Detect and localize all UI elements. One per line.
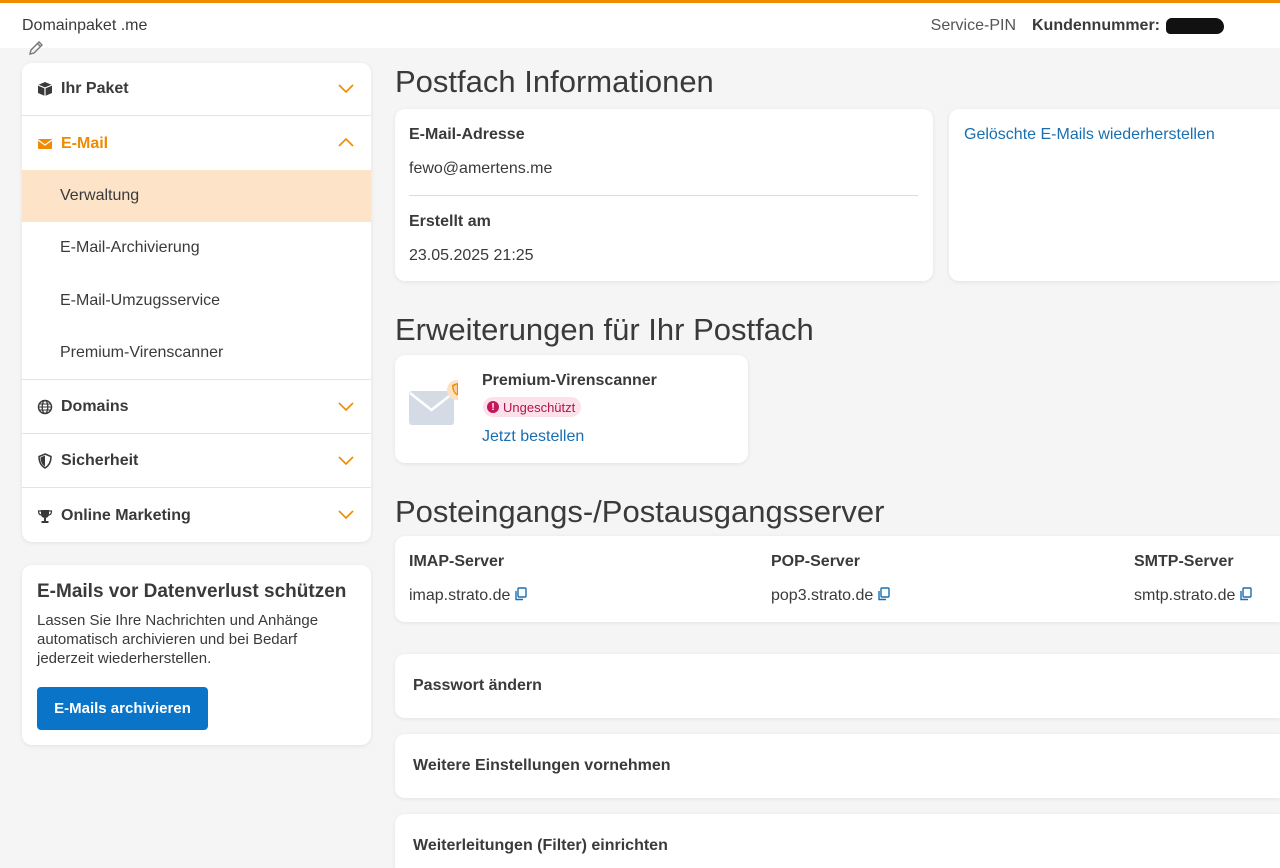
product-name: Premium-Virenscanner bbox=[482, 372, 657, 389]
smtp-label: SMTP-Server bbox=[1134, 553, 1234, 570]
chevron-down-icon bbox=[338, 510, 354, 520]
status-badge-label: Ungeschützt bbox=[503, 399, 576, 415]
order-now-link[interactable]: Jetzt bestellen bbox=[482, 428, 584, 446]
sidebar-item-label: Online Marketing bbox=[61, 506, 191, 524]
virus-scanner-card: Premium-Virenscanner ! Ungeschützt Jetzt… bbox=[395, 355, 748, 463]
sidebar-item-label: Sicherheit bbox=[61, 452, 139, 469]
servers-title: Posteingangs-/Postausgangsserver bbox=[395, 494, 885, 529]
created-value: 23.05.2025 21:25 bbox=[409, 247, 534, 264]
status-badge: ! Ungeschützt bbox=[483, 397, 582, 417]
copy-icon[interactable] bbox=[514, 587, 528, 601]
created-label: Erstellt am bbox=[409, 213, 491, 230]
package-name: Domainpaket .me bbox=[22, 17, 148, 34]
sidebar-item-label: Ihr Paket bbox=[61, 80, 129, 97]
email-address-label: E-Mail-Adresse bbox=[409, 126, 525, 143]
sidebar-item-ihr-paket[interactable]: Ihr Paket bbox=[22, 63, 371, 116]
sidebar-subitem-virenscanner[interactable]: Premium-Virenscanner bbox=[22, 327, 371, 379]
restore-card: Gelöschte E-Mails wiederherstellen bbox=[949, 109, 1280, 281]
copy-icon[interactable] bbox=[877, 587, 890, 601]
imap-value: imap.strato.de bbox=[409, 587, 528, 605]
sidebar-item-email[interactable]: E-Mail bbox=[22, 117, 371, 170]
mail-shield-icon bbox=[409, 380, 458, 425]
chevron-down-icon bbox=[338, 456, 354, 466]
trophy-icon bbox=[37, 508, 53, 524]
divider bbox=[22, 379, 371, 380]
sidebar-subitem-archivierung[interactable]: E-Mail-Archivierung bbox=[22, 222, 371, 274]
imap-server-text: imap.strato.de bbox=[409, 587, 511, 604]
sidebar-subitem-verwaltung[interactable]: Verwaltung bbox=[22, 170, 371, 222]
smtp-value: smtp.strato.de bbox=[1134, 587, 1253, 605]
promo-text: Lassen Sie Ihre Nachrichten und Anhänge … bbox=[37, 612, 319, 667]
service-pin-link[interactable]: Service-PIN bbox=[931, 17, 1016, 35]
forwarding-filter-row[interactable]: Weiterleitungen (Filter) einrichten bbox=[395, 814, 1280, 868]
top-bar: Domainpaket .me Service-PIN Kundennummer… bbox=[0, 0, 1280, 55]
customer-number-label: Kundennummer: bbox=[1032, 17, 1160, 34]
page-title: Postfach Informationen bbox=[395, 64, 714, 99]
sidebar-item-online-marketing[interactable]: Online Marketing bbox=[22, 489, 371, 542]
servers-card: IMAP-Server imap.strato.de POP-Server po… bbox=[395, 536, 1280, 622]
imap-label: IMAP-Server bbox=[409, 553, 505, 570]
box-icon bbox=[37, 81, 53, 97]
globe-icon bbox=[37, 399, 53, 415]
alert-icon: ! bbox=[487, 401, 499, 413]
account-info: Service-PIN Kundennummer: bbox=[931, 17, 1224, 35]
restore-deleted-emails-link[interactable]: Gelöschte E-Mails wiederherstellen bbox=[964, 126, 1215, 144]
sidebar-item-label: E-Mail bbox=[61, 134, 109, 152]
email-address-value: fewo@amertens.me bbox=[409, 160, 553, 177]
sidebar-subitem-umzugsservice[interactable]: E-Mail-Umzugsservice bbox=[22, 275, 371, 327]
extensions-title: Erweiterungen für Ihr Postfach bbox=[395, 312, 814, 347]
promo-title: E-Mails vor Datenverlust schützen bbox=[37, 581, 347, 602]
mailbox-info-card: E-Mail-Adresse fewo@amertens.me Erstellt… bbox=[395, 109, 933, 281]
more-settings-row[interactable]: Weitere Einstellungen vornehmen bbox=[395, 734, 1280, 798]
sidebar-item-sicherheit[interactable]: Sicherheit bbox=[22, 435, 371, 488]
envelope-icon bbox=[37, 136, 53, 152]
archive-emails-button[interactable]: E-Mails archivieren bbox=[37, 687, 208, 730]
shield-icon bbox=[37, 453, 53, 469]
chevron-down-icon bbox=[338, 402, 354, 412]
chevron-down-icon bbox=[338, 84, 354, 94]
sidebar-item-domains[interactable]: Domains bbox=[22, 381, 371, 434]
change-password-row[interactable]: Passwort ändern bbox=[395, 654, 1280, 718]
pop-value: pop3.strato.de bbox=[771, 587, 890, 605]
sidebar-nav: Ihr Paket E-Mail Verwaltung E-Mail-Archi… bbox=[22, 63, 371, 542]
sidebar-item-label: Domains bbox=[61, 398, 129, 415]
redacted-customer-number bbox=[1166, 17, 1224, 34]
pop-label: POP-Server bbox=[771, 553, 860, 570]
pencil-icon[interactable] bbox=[28, 40, 44, 56]
divider bbox=[409, 195, 918, 196]
smtp-server-text: smtp.strato.de bbox=[1134, 587, 1236, 604]
copy-icon[interactable] bbox=[1239, 587, 1253, 601]
archive-promo-card: E-Mails vor Datenverlust schützen Lassen… bbox=[22, 565, 371, 745]
pop-server-text: pop3.strato.de bbox=[771, 587, 874, 604]
chevron-up-icon bbox=[338, 137, 354, 147]
